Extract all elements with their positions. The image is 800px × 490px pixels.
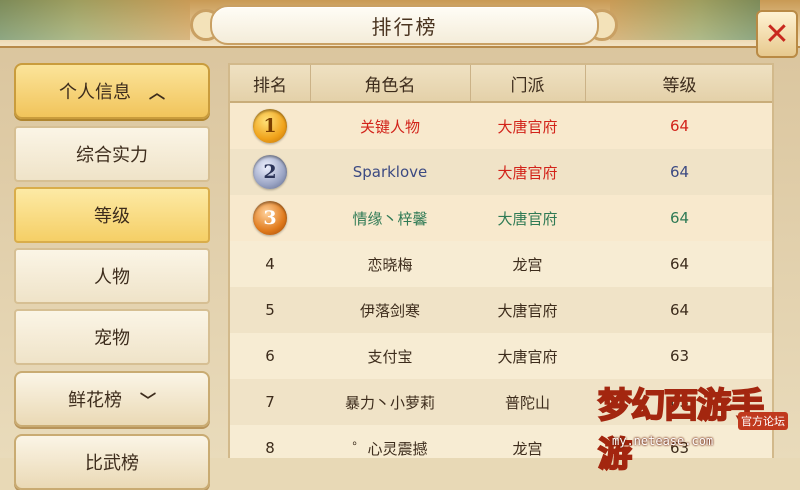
school-cell: 普陀山 — [504, 393, 550, 412]
rank-cell: 8 — [230, 425, 310, 458]
sidebar-group-label: 比武榜 — [85, 453, 139, 474]
name-cell: Sparklove — [352, 163, 428, 181]
name-cell: ゜心灵震撼 — [352, 439, 428, 458]
level-cell: 64 — [669, 255, 690, 273]
sidebar-group-label: 鲜花榜 — [67, 390, 122, 411]
level-cell: 64 — [669, 301, 690, 319]
rank-cell: 2 — [230, 149, 310, 195]
name-cell: 伊落剑寒 — [359, 301, 420, 320]
school-cell: 大唐官府 — [497, 347, 558, 366]
level-cell: 64 — [669, 117, 690, 135]
logo-badge: 官方论坛 — [738, 412, 788, 430]
rank-number: 7 — [265, 393, 275, 411]
name-cell: 支付宝 — [367, 347, 413, 366]
school-cell: 大唐官府 — [497, 163, 558, 182]
table-row[interactable]: 4 恋晓梅 龙宫 64 — [230, 241, 772, 288]
name-cell: 情缘丶梓馨 — [352, 209, 428, 228]
table-header: 排名 角色名 门派 等级 — [230, 65, 772, 103]
column-header-name: 角色名 — [310, 65, 471, 101]
school-cell: 龙宫 — [512, 439, 543, 458]
sidebar-item-character[interactable]: 人物 — [14, 248, 210, 304]
rank-number: 8 — [265, 439, 275, 457]
school-cell: 龙宫 — [512, 255, 543, 274]
school-cell: 大唐官府 — [497, 117, 558, 136]
bronze-medal-icon: 3 — [253, 201, 287, 235]
ranking-window: 排行榜 ✕ 个人信息 ︿ 综合实力 等级 人物 宠物 鲜花榜 ﹀ 比武榜 排名 … — [0, 0, 800, 490]
rank-cell: 6 — [230, 333, 310, 379]
game-logo: 梦幻西游手游 官方论坛 my.netease.com — [597, 378, 794, 476]
sidebar-item-overall-strength[interactable]: 综合实力 — [14, 126, 210, 182]
column-header-rank: 排名 — [230, 65, 311, 101]
level-cell: 64 — [669, 209, 690, 227]
name-cell: 关键人物 — [359, 117, 420, 136]
table-row[interactable]: 2 Sparklove 大唐官府 64 — [230, 149, 772, 196]
sidebar-item-pet[interactable]: 宠物 — [14, 309, 210, 365]
window-title: 排行榜 — [371, 14, 438, 39]
name-cell: 恋晓梅 — [367, 255, 413, 274]
rank-cell: 1 — [230, 103, 310, 149]
level-cell: 64 — [669, 163, 690, 181]
rank-number: 6 — [265, 347, 275, 365]
sidebar-group-personal-info[interactable]: 个人信息 ︿ — [14, 63, 210, 119]
rank-cell: 5 — [230, 287, 310, 333]
chevron-down-icon: ﹀ — [139, 391, 156, 410]
sidebar-group-flower-ranking[interactable]: 鲜花榜 ﹀ — [14, 371, 210, 427]
table-row[interactable]: 1 关键人物 大唐官府 64 — [230, 103, 772, 150]
rank-cell: 7 — [230, 379, 310, 425]
decorative-banner-right — [610, 0, 760, 40]
name-cell: 暴力丶小萝莉 — [344, 393, 435, 412]
sidebar-item-label: 综合实力 — [76, 145, 148, 166]
table-row[interactable]: 3 情缘丶梓馨 大唐官府 64 — [230, 195, 772, 242]
table-row[interactable]: 6 支付宝 大唐官府 63 — [230, 333, 772, 380]
silver-medal-icon: 2 — [253, 155, 287, 189]
rank-cell: 4 — [230, 241, 310, 287]
column-header-school: 门派 — [470, 65, 586, 101]
sidebar-group-label: 个人信息 — [58, 82, 131, 103]
decorative-banner-left — [0, 0, 190, 40]
rank-number: 4 — [265, 255, 275, 273]
logo-url: my.netease.com — [612, 434, 714, 448]
table-row[interactable]: 5 伊落剑寒 大唐官府 64 — [230, 287, 772, 334]
gold-medal-icon: 1 — [253, 109, 287, 143]
chevron-up-icon: ︿ — [148, 83, 165, 102]
school-cell: 大唐官府 — [497, 209, 558, 228]
sidebar-group-pvp-ranking[interactable]: 比武榜 — [14, 434, 210, 490]
sidebar-item-label: 等级 — [94, 206, 130, 227]
rank-number: 5 — [265, 301, 275, 319]
rank-cell: 3 — [230, 195, 310, 241]
title-scroll: 排行榜 — [210, 5, 599, 45]
school-cell: 大唐官府 — [497, 301, 558, 320]
sidebar-item-level[interactable]: 等级 — [14, 187, 210, 243]
column-header-level: 等级 — [662, 75, 697, 96]
sidebar-item-label: 宠物 — [94, 328, 130, 349]
sidebar-item-label: 人物 — [94, 267, 130, 288]
close-button[interactable]: ✕ — [756, 10, 798, 58]
close-icon: ✕ — [764, 16, 790, 52]
level-cell: 63 — [669, 347, 690, 365]
